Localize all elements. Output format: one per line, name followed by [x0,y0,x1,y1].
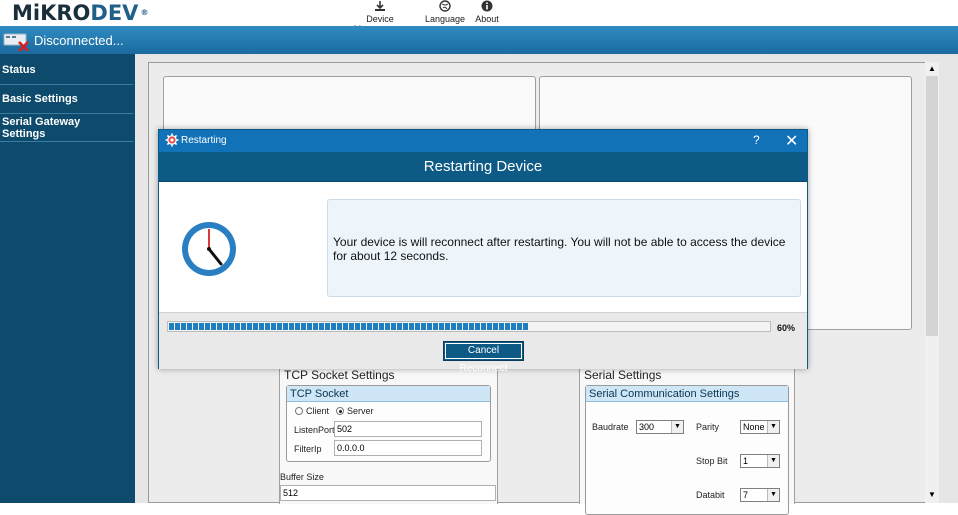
dialog-header: Restarting Device [159,152,807,182]
dialog-window-title: Restarting [181,135,227,146]
tcp-socket-settings-title: TCP Socket Settings [284,368,395,382]
cancel-reconnect-button[interactable]: Cancel Reconnect [443,341,524,374]
close-button[interactable]: ✕ [785,131,798,151]
tcp-socket-settings-group: TCP Socket Settings TCP Socket Client Se… [279,364,498,504]
progress-fill [169,323,529,330]
buffer-size-input[interactable]: 512 [280,485,496,501]
help-button[interactable]: ? [753,133,760,147]
dialog-body: Your device is will reconnect after rest… [159,182,807,312]
restarting-dialog: Restarting ? ✕ Restarting Device Your de… [158,129,808,374]
top-header: MiKRODEV® Device Management Language Abo… [0,0,958,34]
parity-value: None [743,422,765,432]
listen-port-label: ListenPort [294,425,335,435]
tcp-socket-subgroup-title: TCP Socket [287,386,490,402]
scroll-down-icon[interactable]: ▼ [928,490,936,499]
nav-about[interactable]: About [472,0,502,24]
serial-communication-subgroup-title: Serial Communication Settings [586,386,788,402]
databit-label: Databit [696,490,725,500]
baudrate-value: 300 [639,422,655,432]
chevron-down-icon: ▼ [767,421,779,433]
baudrate-label: Baudrate [592,422,629,432]
buffer-size-label: Buffer Size [280,472,324,482]
gear-icon [165,133,179,147]
mikrodev-logo: MiKRODEV ® [12,2,148,24]
serial-settings-title: Serial Settings [584,368,662,382]
nav-language-label: Language [425,14,466,24]
mode-server-option[interactable]: Server [336,406,374,416]
listen-port-input[interactable]: 502 [334,421,482,437]
chevron-down-icon: ▼ [767,489,779,501]
dialog-footer: 60% Cancel Reconnect [159,312,807,374]
progress-percent-text: 60% [777,323,796,333]
globe-icon [425,0,465,14]
connection-status-text: Disconnected... [34,33,124,48]
sidebar-item-label: Serial Gateway Settings [2,116,81,140]
content-scrollbar[interactable]: ▲ ▼ [925,62,939,503]
dialog-titlebar: Restarting ? ✕ [159,130,807,152]
reconnect-progress-bar [167,321,771,332]
device-disconnected-icon [3,28,31,52]
server-radio[interactable] [336,407,344,415]
sidebar-item-basic-settings[interactable]: Basic Settings [0,93,133,114]
parity-select[interactable]: None ▼ [740,420,780,434]
restart-message-text: Your device is will reconnect after rest… [333,235,786,263]
baudrate-select[interactable]: 300 ▼ [636,420,684,434]
scrollbar-thumb[interactable] [926,76,938,336]
mode-client-option[interactable]: Client [295,406,329,416]
nav-language[interactable]: Language [425,0,465,24]
chevron-down-icon: ▼ [767,455,779,467]
sidebar-item-serial-gateway-settings[interactable]: Serial Gateway Settings [0,116,133,142]
tcp-socket-subgroup: TCP Socket Client Server ListenPort 502 … [286,385,491,462]
client-radio-label: Client [306,406,330,416]
sidebar-item-status[interactable]: Status [0,64,133,85]
nav-about-label: About [475,14,499,24]
serial-settings-group: Serial Settings Serial Communication Set… [579,364,795,515]
parity-label: Parity [696,422,720,432]
logo-text-main: MiKRO [12,1,91,25]
filter-ip-label: FilterIp [294,444,322,454]
logo-text-accent: DEV [90,1,139,25]
scroll-up-icon[interactable]: ▲ [928,64,936,73]
stop-bit-label: Stop Bit [696,456,728,466]
server-radio-label: Server [347,406,374,416]
download-icon [343,0,417,14]
sidebar-item-label: Status [2,64,36,76]
serial-communication-subgroup: Serial Communication Settings Baudrate 3… [585,385,789,515]
sidebar-item-label: Basic Settings [2,93,78,105]
connection-status-bar: Disconnected... [0,26,958,54]
filter-ip-input[interactable]: 0.0.0.0 [334,440,482,456]
databit-select[interactable]: 7 ▼ [740,488,780,502]
databit-value: 7 [743,490,749,500]
sidebar: Status Basic Settings Serial Gateway Set… [0,54,135,503]
chevron-down-icon: ▼ [671,421,683,433]
client-radio[interactable] [295,407,303,415]
logo-registered-mark: ® [140,8,149,17]
stop-bit-value: 1 [743,456,749,466]
stop-bit-select[interactable]: 1 ▼ [740,454,780,468]
clock-icon [179,219,239,282]
restart-message-box: Your device is will reconnect after rest… [327,199,801,297]
info-icon [472,0,502,14]
